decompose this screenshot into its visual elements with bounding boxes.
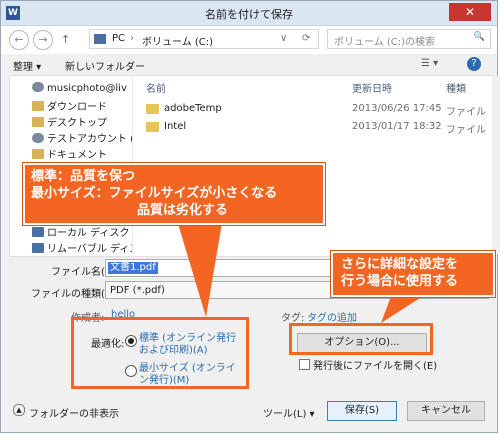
left-callout-pointer [176,217,223,317]
right-callout-line2: 行う場合に使用する [341,274,459,289]
left-callout-line1: 標準：品質を保つ [31,169,136,184]
left-callout-line2: 最小サイズ：ファイルサイズが小さくなる [31,186,278,201]
left-callout-line3: 品質は劣化する [137,203,229,218]
right-callout-line1: さらに詳細な設定を [341,257,459,272]
right-callout: さらに詳細な設定を 行う場合に使用する [331,251,495,297]
left-callout: 標準：品質を保つ 最小サイズ：ファイルサイズが小さくなる 品質は劣化する [23,163,325,225]
save-as-dialog: W 名前を付けて保存 ✕ ← → ↑ PC › ボリューム (C:) ∨ ⟳ ボ… [0,0,500,433]
